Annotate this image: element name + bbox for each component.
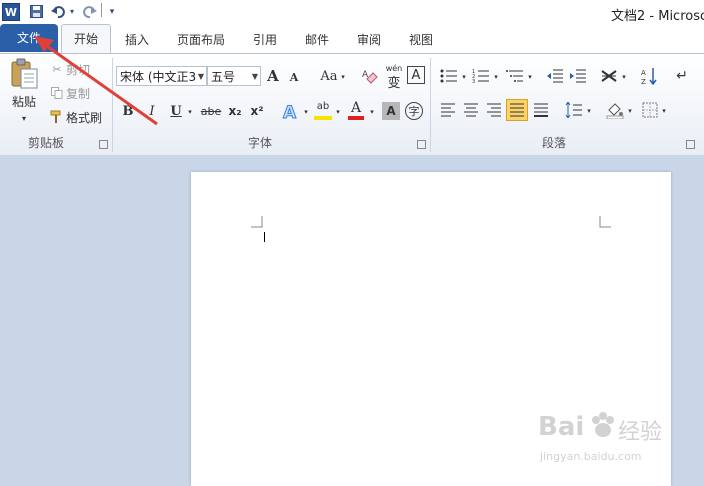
annotation-arrow bbox=[34, 36, 158, 126]
